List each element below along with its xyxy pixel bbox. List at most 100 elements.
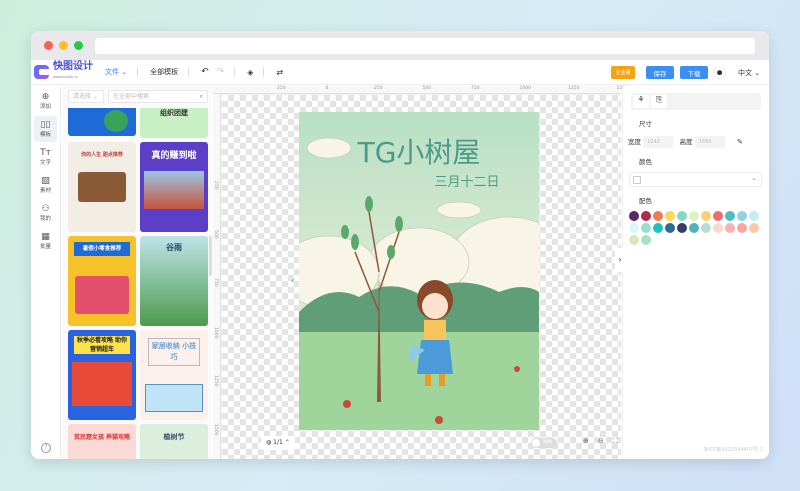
collapse-right-icon[interactable]: › (615, 248, 625, 272)
palette-swatch[interactable] (641, 223, 651, 233)
palette-swatch[interactable] (641, 211, 651, 221)
fit-icon[interactable]: ⛶ (613, 437, 618, 450)
palette-swatch[interactable] (737, 211, 747, 221)
icp-text[interactable]: 浙ICP备2022034407号-2 (703, 446, 763, 453)
palette-swatch[interactable] (713, 211, 723, 221)
language-select[interactable]: 中文 ⌄ (738, 68, 760, 78)
palette-swatch[interactable] (629, 211, 639, 221)
style-tab-icon[interactable]: ⚘ (633, 95, 649, 108)
palette-swatch[interactable] (665, 211, 675, 221)
card-title: 谷雨 (166, 243, 182, 252)
sidebar-item-add[interactable]: ⊕ 添加 (34, 88, 57, 114)
search-input[interactable]: 在全部中搜索 ⌕ (108, 90, 208, 103)
color-select[interactable]: ⌄ (629, 172, 762, 187)
user-icon[interactable]: ⬤ (713, 66, 726, 79)
ruler-tick: 0 (325, 86, 329, 91)
ruler-tick: 1000 (519, 86, 531, 91)
help-icon[interactable]: ? (41, 443, 51, 453)
palette-swatch[interactable] (689, 211, 699, 221)
redo-icon[interactable]: ↷ (217, 67, 225, 77)
palette-swatch[interactable] (665, 223, 675, 233)
sidebar-item-text[interactable]: Tт 文字 (34, 144, 57, 170)
ruler-left: 2505007501000125015001750 (213, 94, 221, 459)
address-bar[interactable] (95, 38, 755, 54)
grid-toggle[interactable]: 网格 (531, 438, 557, 448)
template-card[interactable]: 秋季必看攻略 助你营销超车 (68, 330, 136, 420)
palette-swatch[interactable] (749, 223, 759, 233)
table-icon: ▦ (41, 232, 50, 242)
width-label: 宽度 (628, 138, 641, 146)
filter-placeholder: 请选择 (73, 93, 92, 100)
template-card[interactable]: 你的人生 甜点推荐 (68, 142, 136, 232)
collapse-panel-icon[interactable]: ‹ (291, 276, 294, 285)
height-input[interactable]: 1660 (694, 136, 725, 148)
sidebar-item-label: 模板 (39, 132, 51, 138)
palette-swatch[interactable] (653, 211, 663, 221)
template-card[interactable]: 谷雨 (140, 236, 208, 326)
minimize-dot[interactable] (59, 41, 68, 50)
undo-icon[interactable]: ↶ (201, 67, 209, 77)
palette (629, 211, 769, 247)
zoom-in-icon[interactable]: ⊕ (583, 437, 589, 450)
filter-select[interactable]: 请选择 ⌄ (68, 90, 104, 103)
divider (137, 67, 139, 77)
ruler-tick: 1500 (213, 423, 218, 435)
palette-swatch[interactable] (701, 211, 711, 221)
palette-swatch[interactable] (713, 223, 723, 233)
palette-swatch[interactable] (749, 211, 759, 221)
sidebar-item-mine[interactable]: ⚇ 我的 (34, 200, 57, 226)
ruler-tick: 1250 (568, 86, 580, 91)
maximize-dot[interactable] (74, 41, 83, 50)
sidebar-item-label: 添加 (39, 104, 51, 110)
palette-swatch[interactable] (653, 223, 663, 233)
panel-tabs: ⚘ ⎘ (631, 93, 761, 110)
palette-swatch[interactable] (689, 223, 699, 233)
page-tab-icon[interactable]: ⎘ (651, 95, 668, 108)
palette-swatch[interactable] (725, 211, 735, 221)
panel-scrollbar[interactable] (209, 236, 212, 276)
chevron-down-icon: ⌄ (751, 174, 757, 182)
sidebar-item-label: 素材 (39, 188, 51, 194)
template-card[interactable]: 组织团建 (140, 108, 208, 138)
palette-swatch[interactable] (641, 235, 651, 245)
sidebar-item-templates[interactable]: ▯▯ 模板 (34, 116, 57, 142)
poster[interactable]: TG小树屋 三月十二日 (299, 112, 539, 430)
replace-icon[interactable]: ⇄ (276, 68, 283, 77)
template-card[interactable]: 贫民窟女孩 养猫攻略 (68, 424, 136, 459)
palette-swatch[interactable] (737, 223, 747, 233)
template-card[interactable]: 家居收纳 小技巧 (140, 330, 208, 420)
ruler-tick: 500 (213, 229, 218, 239)
search-icon[interactable]: ⌕ (200, 91, 203, 102)
palette-swatch[interactable] (629, 223, 639, 233)
palette-swatch[interactable] (677, 211, 687, 221)
file-menu[interactable]: 文件 ⌄ (105, 67, 127, 77)
card-title: 家居收纳 小技巧 (148, 338, 200, 366)
plus-circle-icon: ⊕ (41, 92, 50, 102)
grid-toggle-label: 网格 (543, 440, 552, 445)
sidebar-item-batch[interactable]: ▦ 批量 (34, 228, 57, 254)
template-card[interactable] (68, 108, 136, 136)
layers-icon[interactable]: ◈ (247, 68, 253, 77)
template-card[interactable]: 植树节 (140, 424, 208, 459)
palette-swatch[interactable] (629, 235, 639, 245)
template-card[interactable]: 暑假小零食推荐 (68, 236, 136, 326)
divider (234, 67, 236, 77)
palette-swatch[interactable] (677, 223, 687, 233)
sidebar-item-label: 文字 (39, 160, 51, 166)
logo-mark (34, 65, 49, 79)
save-button[interactable]: 保存 (646, 66, 674, 79)
zoom-out-icon[interactable]: ⊖ (598, 437, 604, 450)
template-card[interactable]: 真的赚到啦 (140, 142, 208, 232)
enterprise-badge[interactable]: 企业版 (611, 66, 635, 79)
edit-icon[interactable]: ✎ (737, 138, 743, 146)
download-button[interactable]: 下载 (680, 66, 708, 79)
width-input[interactable]: 1242 (643, 136, 674, 148)
palette-swatch[interactable] (725, 223, 735, 233)
close-dot[interactable] (44, 41, 53, 50)
palette-swatch[interactable] (701, 223, 711, 233)
all-templates-button[interactable]: 全部模板 (150, 67, 178, 77)
page-selector[interactable]: ◍ 1/1 ⌃ (261, 436, 295, 450)
language-label: 中文 (738, 69, 752, 77)
sidebar-item-material[interactable]: ▨ 素材 (34, 172, 57, 198)
logo[interactable]: 快图设计 www.kuaitu.cc (34, 62, 93, 82)
